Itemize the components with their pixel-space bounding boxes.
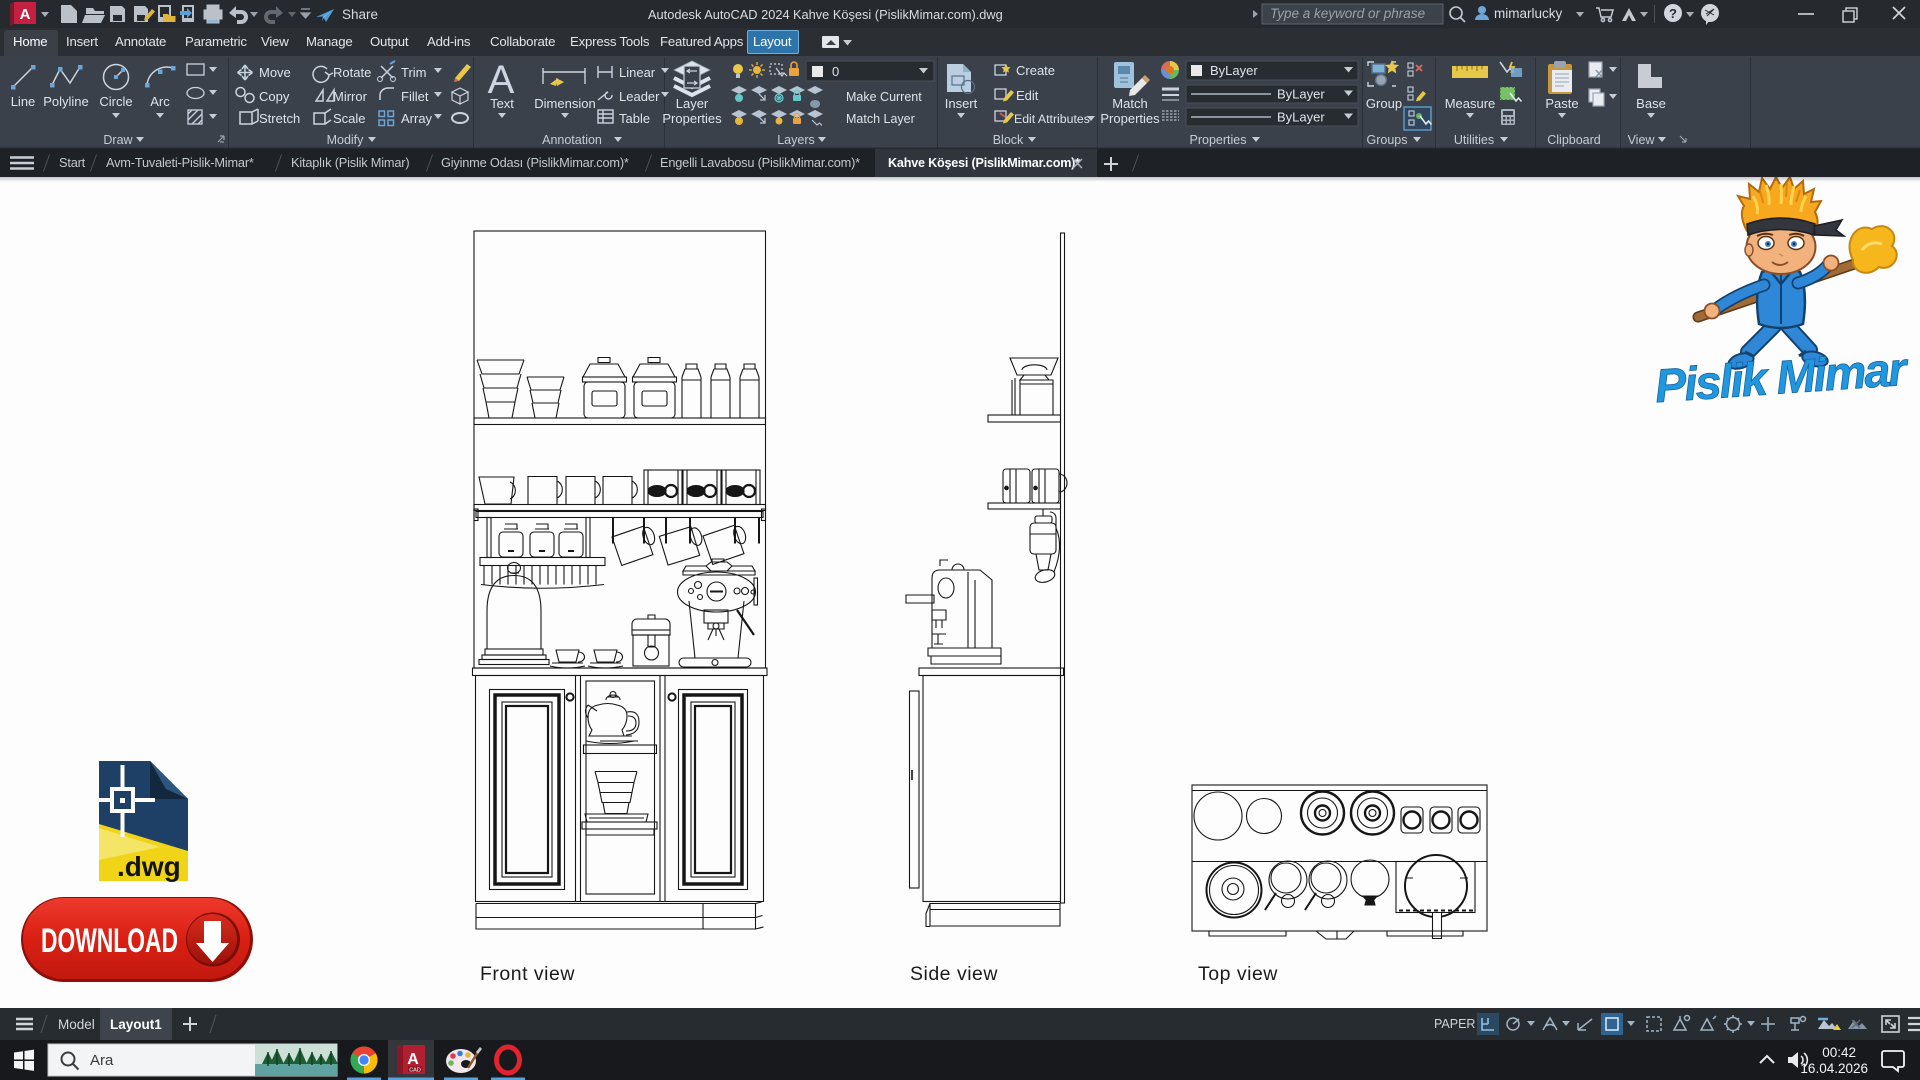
svg-text:Rotate: Rotate: [333, 65, 371, 80]
svg-text:Create: Create: [1016, 63, 1055, 78]
svg-text:Table: Table: [619, 111, 650, 126]
svg-text:Kahve Köşesi (PislikMimar.com): Kahve Köşesi (PislikMimar.com).dwg: [793, 7, 1003, 22]
svg-text:Make Current: Make Current: [846, 90, 922, 104]
svg-text:Text: Text: [490, 96, 514, 111]
svg-text:mimarlucky: mimarlucky: [1494, 6, 1563, 21]
svg-text:Fillet: Fillet: [401, 89, 429, 104]
svg-text:Mirror: Mirror: [333, 89, 368, 104]
svg-text:Model: Model: [58, 1017, 95, 1032]
svg-text:DOWNLOAD: DOWNLOAD: [41, 922, 178, 960]
svg-text:Base: Base: [1636, 96, 1666, 111]
svg-text:Stretch: Stretch: [259, 111, 300, 126]
svg-text:Ara: Ara: [90, 1052, 114, 1069]
svg-text:Share: Share: [342, 7, 378, 22]
svg-text:Side view: Side view: [910, 963, 998, 985]
svg-text:Layer: Layer: [676, 96, 709, 111]
svg-text:.dwg: .dwg: [117, 851, 181, 882]
svg-text:Edit: Edit: [1016, 88, 1039, 103]
svg-text:Leader: Leader: [619, 89, 660, 104]
svg-text:Match: Match: [1112, 96, 1147, 111]
svg-text:Properties: Properties: [662, 111, 722, 126]
svg-text:Group: Group: [1366, 96, 1402, 111]
svg-text:Scale: Scale: [333, 111, 366, 126]
svg-text:A: A: [20, 6, 31, 23]
svg-text:A: A: [407, 1051, 419, 1068]
svg-text:Front view: Front view: [480, 963, 575, 985]
svg-text:Copy: Copy: [259, 89, 290, 104]
svg-text:0: 0: [832, 64, 839, 79]
svg-text:Array: Array: [401, 111, 433, 126]
svg-text:Arc: Arc: [150, 94, 170, 109]
svg-text:View: View: [1628, 133, 1656, 147]
svg-text:Insert: Insert: [945, 96, 978, 111]
svg-text:Properties: Properties: [1100, 111, 1160, 126]
svg-text:Match Layer: Match Layer: [846, 112, 915, 126]
svg-text:00:42: 00:42: [1822, 1045, 1856, 1060]
svg-text:PAPER: PAPER: [1434, 1017, 1475, 1031]
svg-text:Groups: Groups: [1367, 133, 1408, 147]
svg-text:16.04.2026: 16.04.2026: [1800, 1061, 1868, 1076]
svg-text:Circle: Circle: [99, 94, 132, 109]
svg-text:Linear: Linear: [619, 65, 656, 80]
svg-text:Properties: Properties: [1190, 133, 1247, 147]
svg-text:Type a keyword or phrase: Type a keyword or phrase: [1270, 6, 1425, 21]
svg-text:Utilities: Utilities: [1454, 133, 1494, 147]
svg-text:Trim: Trim: [401, 65, 427, 80]
svg-text:Top view: Top view: [1198, 963, 1278, 985]
svg-text:Polyline: Polyline: [43, 94, 89, 109]
svg-text:Annotation: Annotation: [542, 133, 602, 147]
svg-text:Autodesk AutoCAD 2024: Autodesk AutoCAD 2024: [648, 7, 790, 22]
svg-text:Clipboard: Clipboard: [1547, 133, 1601, 147]
svg-text:Block: Block: [993, 133, 1024, 147]
svg-text:ByLayer: ByLayer: [1277, 87, 1325, 102]
svg-text:?: ?: [1669, 6, 1677, 21]
svg-text:Measure: Measure: [1445, 96, 1496, 111]
svg-text:Line: Line: [11, 94, 36, 109]
svg-text:Layout1: Layout1: [110, 1017, 162, 1032]
svg-text:Dimension: Dimension: [534, 96, 595, 111]
svg-text:ByLayer: ByLayer: [1210, 63, 1258, 78]
svg-text:ByLayer: ByLayer: [1277, 110, 1325, 125]
svg-text:Move: Move: [259, 65, 291, 80]
svg-text:Draw: Draw: [103, 133, 133, 147]
svg-text:Paste: Paste: [1545, 96, 1578, 111]
svg-text:CAD: CAD: [409, 1068, 421, 1074]
svg-text:Modify: Modify: [327, 133, 365, 147]
svg-text:Layers: Layers: [777, 133, 815, 147]
svg-text:Pislik Mimar: Pislik Mimar: [1653, 342, 1911, 413]
svg-text:Edit Attributes: Edit Attributes: [1014, 112, 1090, 126]
